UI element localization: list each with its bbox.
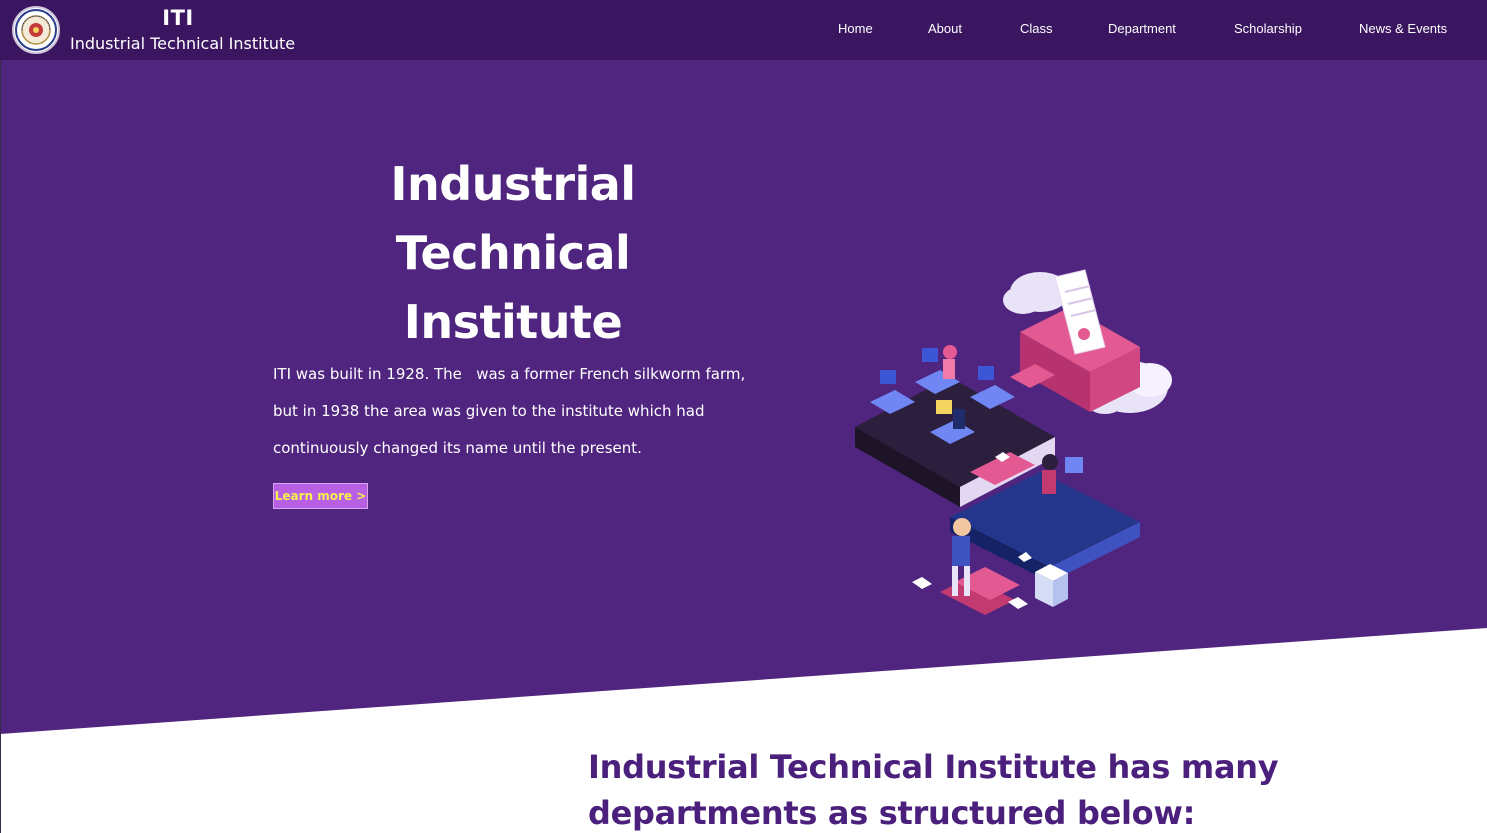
brand-full-name[interactable]: Industrial Technical Institute xyxy=(70,34,295,53)
departments-heading-line-2: departments as structured below: xyxy=(588,794,1196,832)
departments-heading: Industrial Technical Institute has many … xyxy=(588,744,1348,833)
nav-about-link[interactable]: About xyxy=(928,21,962,36)
nav-scholarship-link[interactable]: Scholarship xyxy=(1234,21,1302,36)
nav-home-link[interactable]: Home xyxy=(838,21,873,36)
departments-heading-line-1: Industrial Technical Institute has many xyxy=(588,748,1279,786)
nav-news-events-link[interactable]: News & Events xyxy=(1359,21,1447,36)
brand-short-name[interactable]: ITI xyxy=(70,6,286,30)
hero-description-line-3: continuously changed its name until the … xyxy=(273,439,642,457)
isometric-classroom-illustration xyxy=(840,262,1180,632)
hero-title-line-1: Industrial Technical xyxy=(390,157,636,280)
institute-seal-icon[interactable] xyxy=(12,6,60,54)
hero-title: Industrial Technical Institute xyxy=(268,150,758,357)
nav-department-link[interactable]: Department xyxy=(1108,21,1176,36)
hero-description-line-1: ITI was built in 1928. The was a former … xyxy=(273,365,746,383)
hero-description: ITI was built in 1928. The was a former … xyxy=(273,356,773,467)
hero-title-line-2: Institute xyxy=(403,295,623,349)
learn-more-button[interactable]: Learn more > xyxy=(273,483,368,509)
top-navbar: ITI Industrial Technical Institute Home … xyxy=(0,0,1487,60)
page-edge-divider xyxy=(0,60,1,833)
nav-class-link[interactable]: Class xyxy=(1020,21,1053,36)
hero-description-line-2: but in 1938 the area was given to the in… xyxy=(273,402,705,420)
